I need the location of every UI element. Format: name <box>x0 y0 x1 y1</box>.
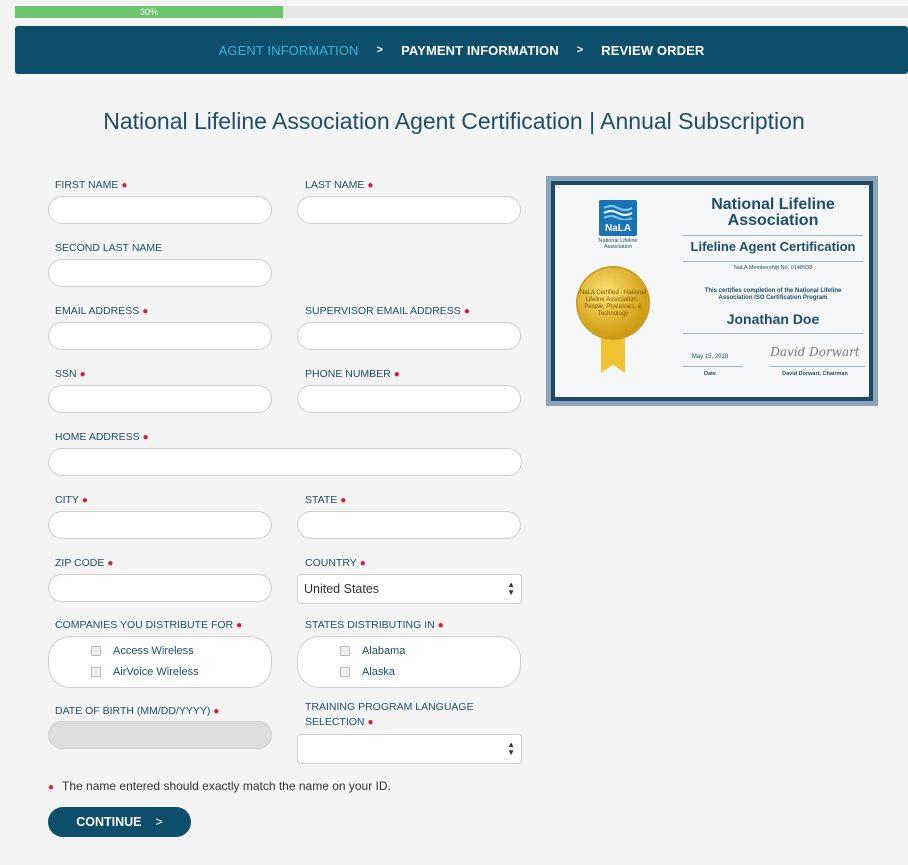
language-label: TRAINING PROGRAM LANGUAGE SELECTION ● <box>305 701 474 728</box>
country-select[interactable]: United States ▲ ▼ <box>297 574 522 604</box>
progress-fill: 30% <box>15 6 283 18</box>
state-label: STATE ● <box>305 494 347 506</box>
select-arrows-icon: ▲ ▼ <box>507 740 515 757</box>
flag-wave-icon <box>603 205 633 220</box>
name-note: ● The name entered should exactly match t… <box>48 779 391 793</box>
checkbox[interactable] <box>340 646 350 656</box>
certificate-date: May 15, 2018 <box>691 354 729 360</box>
checkbox[interactable] <box>91 646 101 656</box>
checkbox-option[interactable]: AirVoice Wireless <box>91 666 199 678</box>
divider <box>683 235 863 236</box>
first-name-input[interactable] <box>48 196 272 224</box>
city-label: CITY ● <box>55 494 88 506</box>
signature: David Dorwart <box>770 345 860 359</box>
checkbox-option[interactable]: Alabama <box>340 645 405 657</box>
required-marker: ● <box>121 180 128 191</box>
step-separator: > <box>576 44 584 56</box>
required-marker: ● <box>236 620 243 631</box>
checkbox-option[interactable]: Access Wireless <box>91 645 194 657</box>
companies-label: COMPANIES YOU DISTRIBUTE FOR ● <box>55 619 243 631</box>
zip-input[interactable] <box>48 574 272 602</box>
required-marker: ● <box>142 432 149 443</box>
required-marker: ● <box>48 782 55 793</box>
second-last-name-input[interactable] <box>48 259 272 287</box>
nala-logo: NaLA <box>599 200 637 236</box>
continue-button[interactable]: CONTINUE > <box>48 807 191 837</box>
chevron-right-icon: > <box>155 815 163 829</box>
required-marker: ● <box>463 306 470 317</box>
certificate-title: National Lifeline Association <box>711 196 835 229</box>
email-input[interactable] <box>48 322 272 350</box>
step-payment-information[interactable]: PAYMENT INFORMATION <box>401 43 559 58</box>
required-marker: ● <box>437 620 444 631</box>
ssn-label: SSN ● <box>55 368 86 380</box>
phone-input[interactable] <box>297 385 521 413</box>
divider <box>683 366 743 367</box>
page-title: National Lifeline Association Agent Cert… <box>103 108 805 134</box>
dob-label: DATE OF BIRTH (MM/DD/YYYY) ● <box>55 705 220 717</box>
home-address-label: HOME ADDRESS ● <box>55 431 149 443</box>
ssn-input[interactable] <box>48 385 272 413</box>
step-agent-information[interactable]: AGENT INFORMATION <box>219 43 359 58</box>
step-separator: > <box>376 44 384 56</box>
certificate-subtitle: Lifeline Agent Certification <box>690 239 856 254</box>
second-last-name-label: SECOND LAST NAME <box>55 242 163 254</box>
required-marker: ● <box>142 306 149 317</box>
required-marker: ● <box>367 180 374 191</box>
select-arrows-icon: ▲ ▼ <box>507 580 515 597</box>
language-select[interactable]: ▲ ▼ <box>297 734 522 764</box>
country-label: COUNTRY ● <box>305 557 366 569</box>
certificate-name: Jonathan Doe <box>726 311 820 327</box>
zip-label: ZIP CODE ● <box>55 557 114 569</box>
home-address-input[interactable] <box>48 448 522 476</box>
last-name-label: LAST NAME ● <box>305 179 374 191</box>
required-marker: ● <box>393 369 400 380</box>
divider <box>770 366 865 367</box>
first-name-label: FIRST NAME ● <box>55 179 128 191</box>
required-marker: ● <box>79 369 86 380</box>
required-marker: ● <box>81 495 88 506</box>
last-name-input[interactable] <box>297 196 521 224</box>
phone-label: PHONE NUMBER ● <box>305 368 400 380</box>
supervisor-email-input[interactable] <box>297 322 521 350</box>
certification-text: This certifies completion of the Nationa… <box>704 288 842 301</box>
required-marker: ● <box>213 706 220 717</box>
membership-number: NaLA Membership No. 0148938 <box>733 265 813 271</box>
states-checkbox-list: Alabama Alaska <box>297 636 521 688</box>
checkbox[interactable] <box>340 667 350 677</box>
certificate-image: NaLA National Lifeline Association NaLA … <box>546 176 878 406</box>
email-label: EMAIL ADDRESS ● <box>55 305 149 317</box>
checkbox-option[interactable]: Alaska <box>340 666 395 678</box>
required-marker: ● <box>107 558 114 569</box>
progress-bar: 30% <box>15 6 908 18</box>
checkout-steps: AGENT INFORMATION > PAYMENT INFORMATION … <box>15 26 908 74</box>
required-marker: ● <box>359 558 366 569</box>
country-selected-value: United States <box>304 582 380 596</box>
required-marker: ● <box>367 717 374 728</box>
dob-input <box>48 721 272 749</box>
logo-caption: National Lifeline Association <box>598 238 638 250</box>
divider <box>683 261 863 262</box>
companies-checkbox-list: Access Wireless AirVoice Wireless <box>48 636 272 688</box>
city-input[interactable] <box>48 511 272 539</box>
state-input[interactable] <box>297 511 521 539</box>
step-review-order[interactable]: REVIEW ORDER <box>601 43 704 58</box>
required-marker: ● <box>340 495 347 506</box>
date-label: Date <box>704 371 716 377</box>
supervisor-email-label: SUPERVISOR EMAIL ADDRESS ● <box>305 305 470 317</box>
states-distributing-label: STATES DISTRIBUTING IN ● <box>305 619 444 631</box>
signer-label: David Dorwart, Chairman <box>782 371 848 377</box>
certified-seal: NaLA Certified · National Lifeline Assoc… <box>578 268 648 338</box>
checkbox[interactable] <box>91 667 101 677</box>
divider <box>683 333 863 334</box>
